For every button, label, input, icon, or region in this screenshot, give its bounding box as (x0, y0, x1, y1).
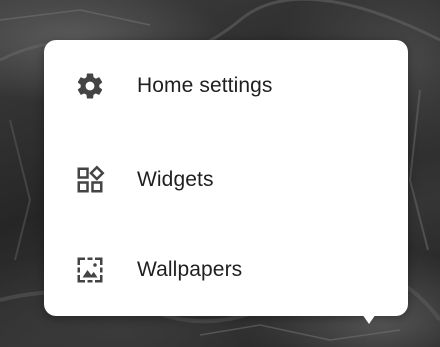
home-long-press-menu: Home settings Widgets Wallpapers (44, 40, 408, 316)
menu-item-label: Home settings (137, 74, 273, 97)
menu-item-widgets[interactable]: Widgets (44, 136, 408, 224)
widgets-icon (74, 164, 106, 196)
wallpaper-icon (74, 254, 106, 286)
gear-icon (74, 70, 106, 102)
menu-item-label: Widgets (137, 168, 214, 191)
menu-item-home-settings[interactable]: Home settings (44, 42, 408, 130)
menu-item-wallpapers[interactable]: Wallpapers (44, 226, 408, 314)
menu-pointer (362, 314, 376, 324)
menu-item-label: Wallpapers (137, 258, 243, 281)
